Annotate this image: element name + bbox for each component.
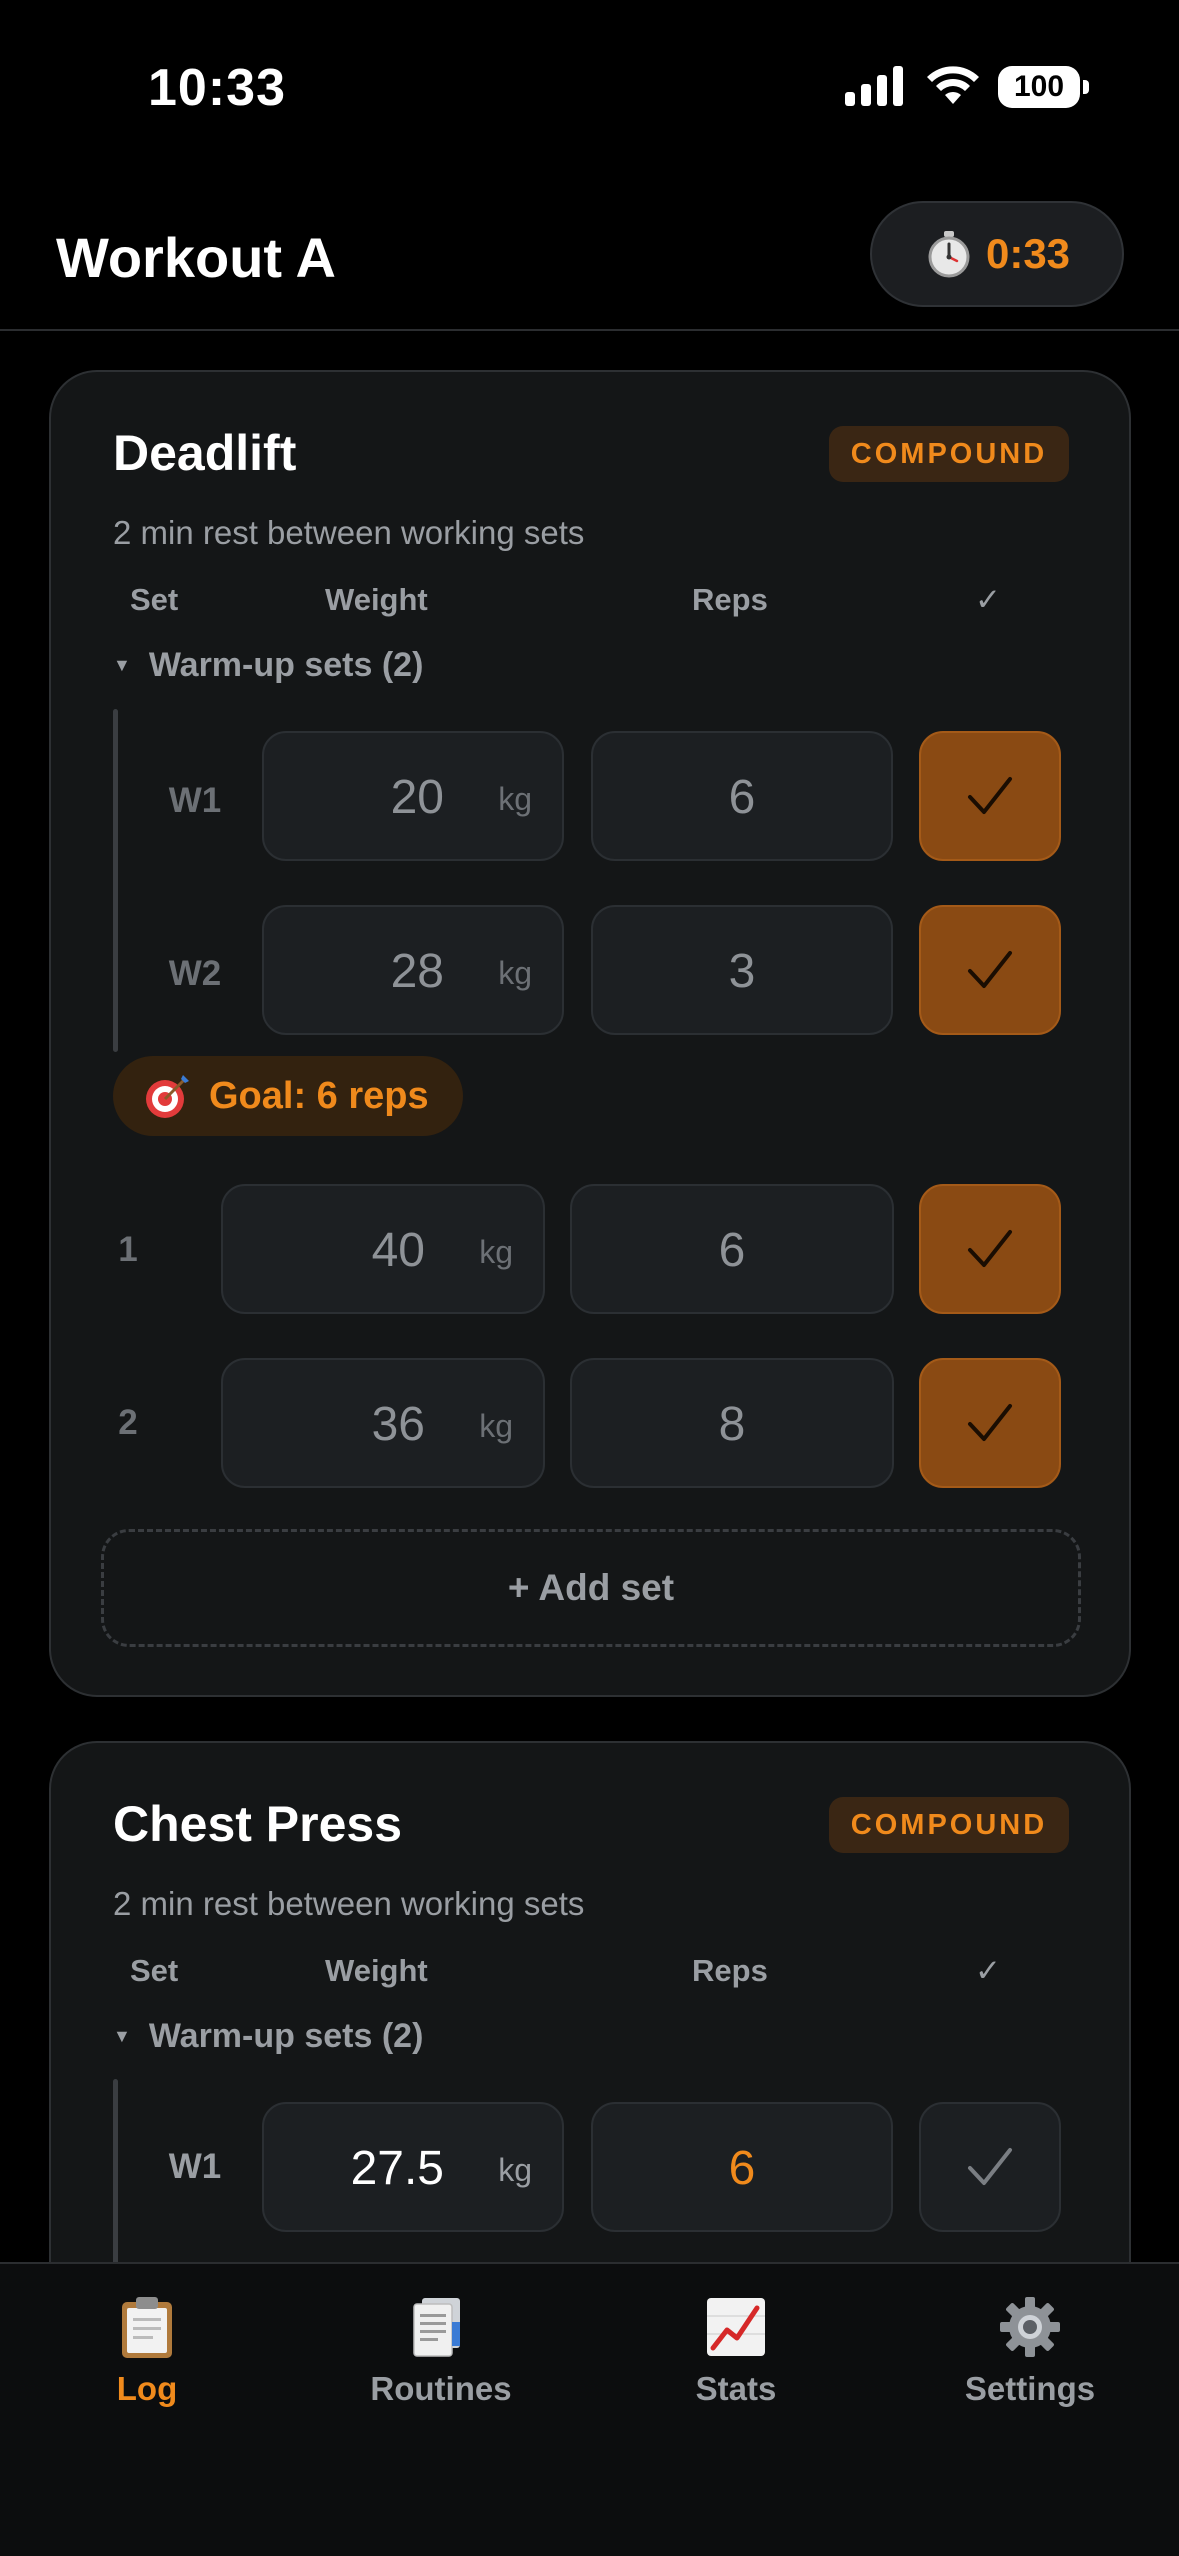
workout-timer-button[interactable]: 0:33: [870, 201, 1124, 307]
warmup-toggle[interactable]: ▼ Warm-up sets (2): [113, 2017, 423, 2056]
wifi-icon: [927, 66, 979, 104]
tab-settings[interactable]: Settings: [900, 2294, 1160, 2408]
weight-unit: kg: [498, 781, 532, 817]
checkmark-icon: [968, 2148, 1012, 2185]
reps-value: 3: [728, 945, 756, 998]
workout-header: Workout A 0:33: [0, 175, 1179, 331]
weight-input[interactable]: 40 kg: [221, 1184, 545, 1314]
weight-unit: kg: [498, 955, 532, 991]
document-icon: [413, 2298, 460, 2357]
warmup-label: Warm-up sets (2): [148, 646, 424, 684]
tab-label: Routines: [370, 2370, 512, 2407]
reps-input[interactable]: 6: [591, 2102, 893, 2232]
timer-value: 0:33: [985, 230, 1071, 277]
tab-bar: Log Routines Stats Settings: [0, 2262, 1179, 2556]
compound-badge: COMPOUND: [829, 1797, 1069, 1853]
weight-value: 36: [371, 1398, 425, 1451]
reps-input[interactable]: 6: [591, 731, 893, 861]
status-bar: 10:33 100: [0, 0, 1179, 175]
rest-info: 2 min rest between working sets: [113, 1885, 585, 1922]
column-header-reps: Reps: [692, 1953, 768, 1988]
tab-routines[interactable]: Routines: [311, 2294, 571, 2408]
exercise-name: Chest Press: [113, 1796, 403, 1852]
weight-unit: kg: [479, 1234, 513, 1270]
add-set-button[interactable]: + Add set: [101, 1529, 1081, 1647]
reps-value: 6: [728, 2142, 756, 2195]
weight-value: 28: [390, 945, 444, 998]
reps-value: 8: [718, 1398, 746, 1451]
weight-input[interactable]: 27.5 kg: [262, 2102, 564, 2232]
tab-label: Log: [116, 2370, 178, 2407]
weight-input[interactable]: 36 kg: [221, 1358, 545, 1488]
tab-label: Settings: [964, 2370, 1096, 2407]
column-header-done: ✓: [975, 1953, 1001, 1988]
weight-value: 20: [390, 771, 444, 824]
reps-value: 6: [718, 1224, 746, 1277]
goal-badge: Goal: 6 reps: [113, 1056, 463, 1136]
tab-log[interactable]: Log: [17, 2294, 277, 2408]
checkmark-icon: [968, 1230, 1012, 1267]
exercise-name: Deadlift: [113, 425, 297, 481]
weight-input[interactable]: 20 kg: [262, 731, 564, 861]
battery-indicator: 100: [998, 66, 1089, 108]
column-header-done: ✓: [975, 582, 1001, 617]
weight-value: 40: [371, 1224, 425, 1277]
tab-stats[interactable]: Stats: [606, 2294, 866, 2408]
reps-input[interactable]: 6: [570, 1184, 894, 1314]
cellular-signal-icon: [845, 66, 903, 106]
warmup-group-divider: [113, 709, 118, 1052]
compound-badge: COMPOUND: [829, 426, 1069, 482]
column-header-reps: Reps: [692, 582, 768, 617]
target-icon: [146, 1075, 189, 1118]
checkmark-icon: [968, 1404, 1012, 1441]
chart-icon: [707, 2298, 765, 2356]
weight-value: 27.5: [350, 2142, 444, 2195]
triangle-down-icon: ▼: [113, 2026, 131, 2046]
page-title: Workout A: [56, 226, 336, 289]
set-complete-button[interactable]: [919, 731, 1061, 861]
column-header-weight: Weight: [325, 582, 428, 617]
rest-info: 2 min rest between working sets: [113, 514, 585, 551]
reps-input[interactable]: 8: [570, 1358, 894, 1488]
gear-icon: [1000, 2297, 1060, 2357]
set-label: W1: [168, 781, 222, 820]
reps-input[interactable]: 3: [591, 905, 893, 1035]
checkmark-icon: [968, 951, 1012, 988]
set-label: W2: [168, 954, 222, 993]
stopwatch-icon: [928, 231, 970, 278]
weight-unit: kg: [479, 1408, 513, 1444]
warmup-toggle[interactable]: ▼ Warm-up sets (2): [113, 646, 423, 685]
exercise-card-deadlift: Deadlift COMPOUND 2 min rest between wor…: [49, 370, 1131, 1697]
set-label: W1: [168, 2147, 222, 2186]
reps-value: 6: [728, 771, 756, 824]
column-header-set: Set: [130, 1953, 179, 1988]
set-complete-button[interactable]: [919, 2102, 1061, 2232]
clipboard-icon: [122, 2297, 172, 2358]
column-header-set: Set: [130, 582, 179, 617]
status-time: 10:33: [148, 59, 286, 117]
set-complete-button[interactable]: [919, 905, 1061, 1035]
triangle-down-icon: ▼: [113, 655, 131, 675]
goal-text: Goal: 6 reps: [209, 1074, 429, 1117]
weight-input[interactable]: 28 kg: [262, 905, 564, 1035]
column-header-weight: Weight: [325, 1953, 428, 1988]
set-complete-button[interactable]: [919, 1358, 1061, 1488]
warmup-label: Warm-up sets (2): [148, 2017, 424, 2055]
weight-unit: kg: [498, 2152, 532, 2188]
set-label: 2: [118, 1403, 138, 1442]
set-label: 1: [118, 1230, 138, 1269]
checkmark-icon: [968, 777, 1012, 814]
set-complete-button[interactable]: [919, 1184, 1061, 1314]
tab-label: Stats: [695, 2370, 777, 2407]
